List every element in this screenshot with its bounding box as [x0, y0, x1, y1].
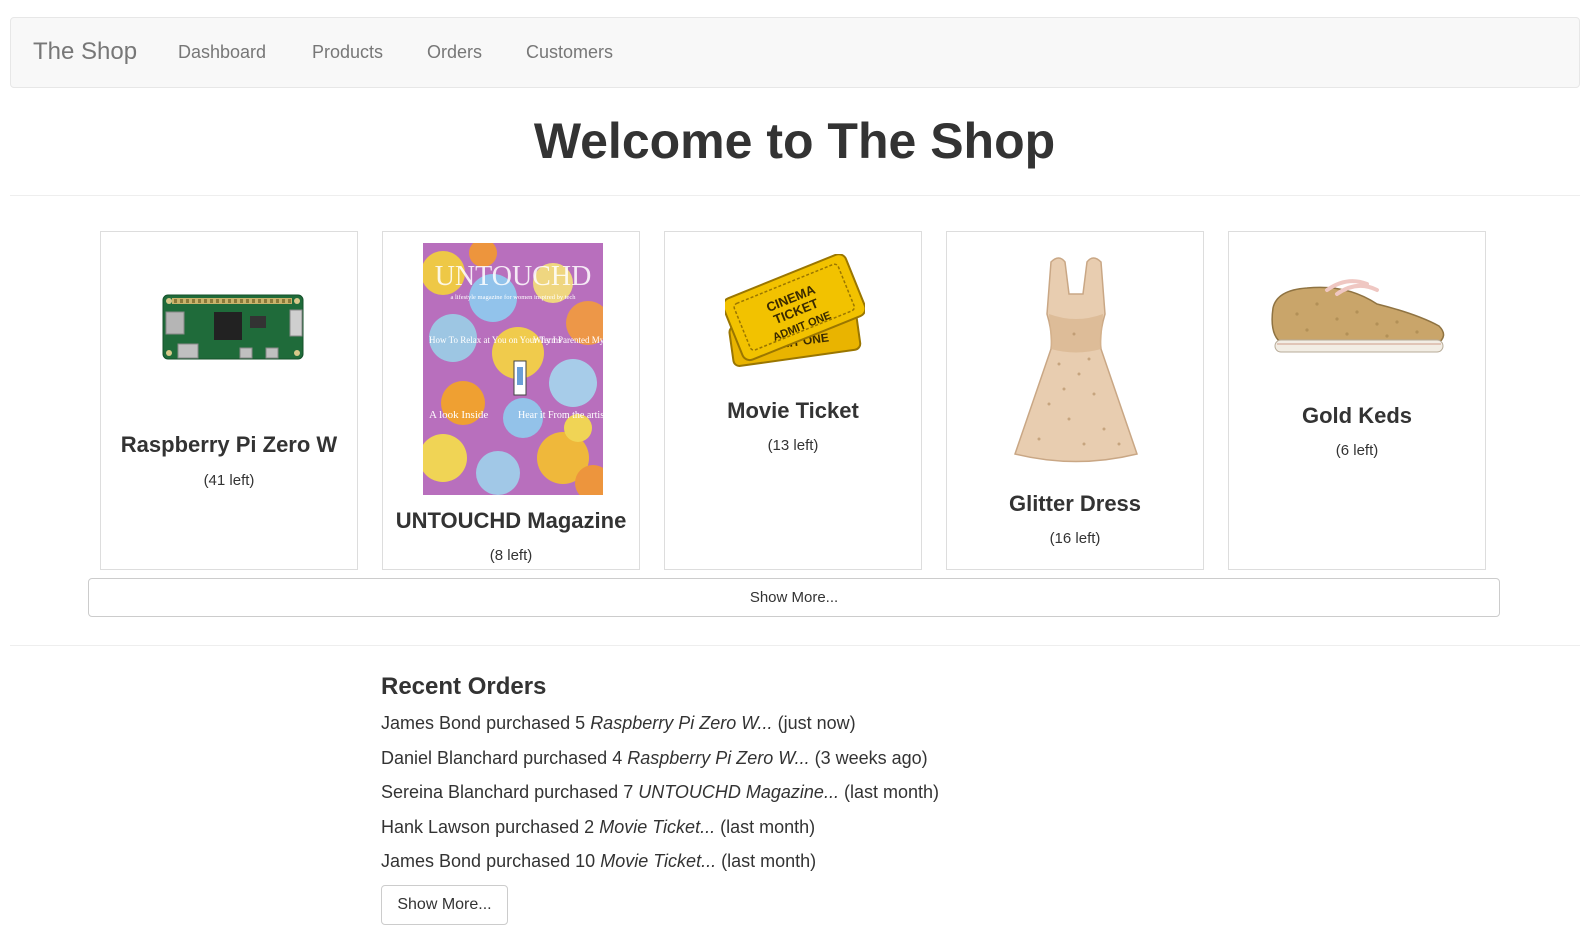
product-name: Glitter Dress — [1008, 491, 1142, 516]
product-card-gold-keds[interactable]: Gold Keds (6 left) — [1228, 231, 1486, 570]
product-name: Movie Ticket — [727, 398, 859, 423]
nav-link-orders[interactable]: Orders — [427, 42, 482, 63]
recent-orders-title: Recent Orders — [381, 673, 547, 700]
order-item: James Bond purchased 10 Movie Ticket... … — [381, 851, 817, 871]
product-stock: (13 left) — [767, 437, 819, 454]
order-item: Daniel Blanchard purchased 4 Raspberry P… — [381, 748, 928, 768]
product-stock: (16 left) — [1049, 530, 1101, 547]
orders-show-more-button[interactable]: Show More... — [381, 885, 508, 925]
magazine-bottom-right: Hear it From the artist — [518, 410, 603, 421]
magazine-tagline: a lifestyle magazine for women inspired … — [450, 294, 576, 301]
raspberry-pi-board-image — [162, 294, 304, 360]
nav-link-dashboard[interactable]: Dashboard — [178, 42, 266, 63]
order-item: Sereina Blanchard purchased 7 UNTOUCHD M… — [381, 782, 939, 802]
product-name: Raspberry Pi Zero W — [120, 432, 338, 457]
product-stock: (6 left) — [1335, 442, 1379, 459]
order-item: James Bond purchased 5 Raspberry Pi Zero… — [381, 713, 856, 733]
product-name: Gold Keds — [1301, 403, 1412, 428]
product-card-raspberry-pi[interactable]: Raspberry Pi Zero W (41 left) — [100, 231, 358, 570]
products-show-more-button[interactable]: Show More... — [88, 578, 1500, 617]
magazine-bottom-left: A look Inside — [429, 409, 488, 421]
magazine-right-text: Why I Parented My Creativity — [533, 335, 603, 345]
product-stock: (8 left) — [489, 547, 533, 564]
order-item: Hank Lawson purchased 2 Movie Ticket... … — [381, 817, 816, 837]
cinema-ticket-image: ADMIT ONE CINEMA TICKET ADMIT ONE — [725, 254, 865, 367]
brand-link[interactable]: The Shop — [33, 38, 137, 66]
gold-sneaker-image — [1271, 279, 1445, 353]
product-card-glitter-dress[interactable]: Glitter Dress (16 left) — [946, 231, 1204, 570]
page-title: Welcome to The Shop — [533, 113, 1056, 169]
magazine-cover-image: UNTOUCHD a lifestyle magazine for women … — [423, 243, 603, 495]
product-card-untouchd-magazine[interactable]: UNTOUCHD a lifestyle magazine for women … — [382, 231, 640, 570]
magazine-masthead: UNTOUCHD — [435, 261, 592, 292]
nav-link-customers[interactable]: Customers — [526, 42, 613, 63]
nav-link-products[interactable]: Products — [312, 42, 383, 63]
product-name: UNTOUCHD Magazine — [395, 508, 627, 533]
divider — [10, 195, 1580, 196]
product-stock: (41 left) — [203, 472, 255, 489]
divider — [10, 645, 1580, 646]
glitter-dress-image — [1014, 257, 1138, 463]
product-card-movie-ticket[interactable]: ADMIT ONE CINEMA TICKET ADMIT ONE Movie … — [664, 231, 922, 570]
navbar: The Shop Dashboard Products Orders Custo… — [10, 17, 1580, 88]
